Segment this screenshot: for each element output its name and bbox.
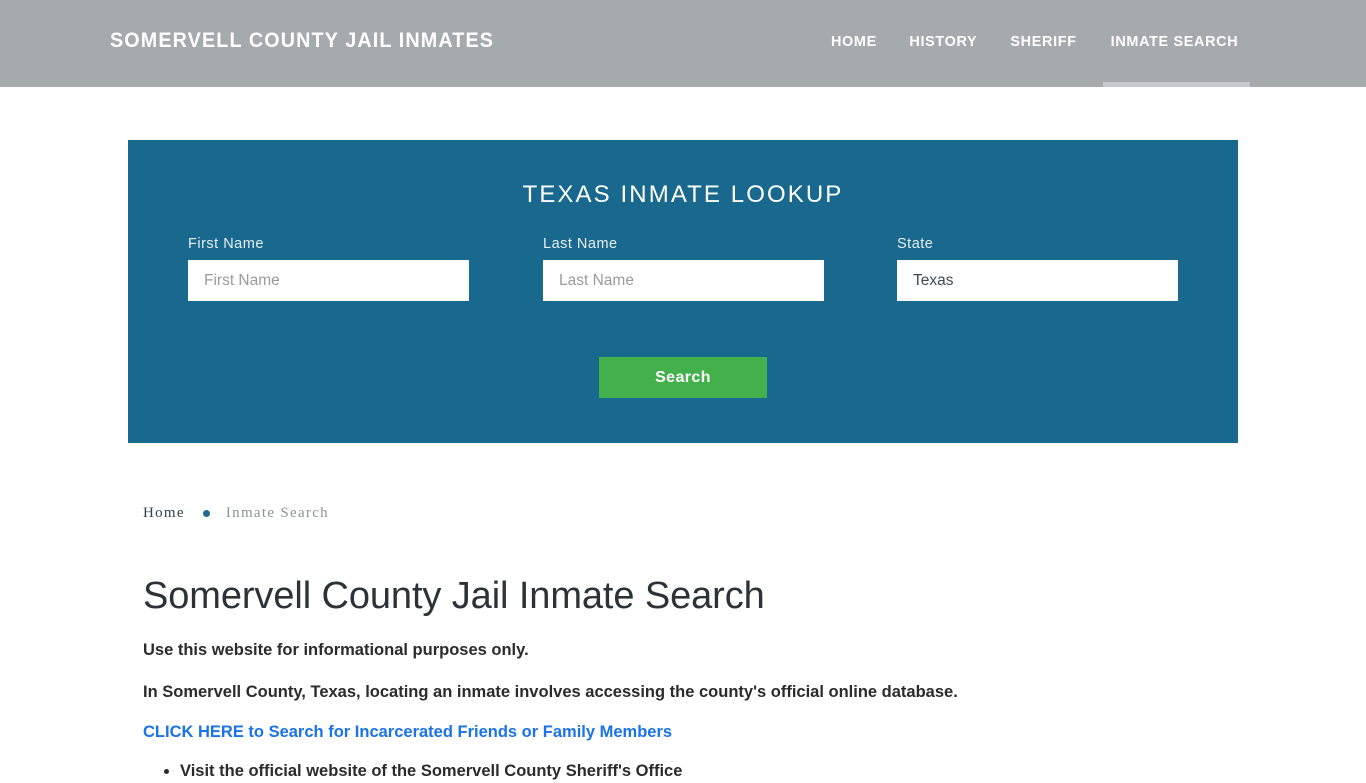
- list-item: Visit the official website of the Somerv…: [180, 760, 1223, 783]
- instruction-list: Visit the official website of the Somerv…: [143, 760, 1223, 783]
- bullet-dot-icon: [202, 510, 210, 517]
- state-label: State: [897, 236, 934, 252]
- inmate-lookup-panel: Texas Inmate Lookup First Name Last Name…: [128, 140, 1238, 443]
- nav-item-history[interactable]: History: [895, 33, 992, 50]
- intro-paragraph-2: In Somervell County, Texas, locating an …: [143, 682, 958, 701]
- main-navigation: Home History Sheriff Inmate Search: [815, 33, 1256, 87]
- last-name-field-group: Last Name: [543, 236, 824, 301]
- inmate-search-cta-link[interactable]: CLICK HERE to Search for Incarcerated Fr…: [143, 723, 672, 742]
- state-input[interactable]: [897, 260, 1178, 301]
- search-button[interactable]: Search: [599, 357, 767, 398]
- intro-paragraph-1: Use this website for informational purpo…: [143, 640, 529, 659]
- site-header: Somervell County Jail Inmates Home Histo…: [0, 0, 1366, 87]
- nav-item-inmate-search[interactable]: Inmate Search: [1096, 33, 1252, 87]
- page-title: Somervell County Jail Inmate Search: [143, 575, 765, 617]
- breadcrumb: Home Inmate Search: [143, 505, 329, 522]
- nav-item-sheriff[interactable]: Sheriff: [996, 33, 1091, 50]
- state-field-group: State: [897, 236, 1178, 301]
- main-content: Somervell County Jail Inmate Search Use …: [143, 575, 1223, 783]
- lookup-panel-title: Texas Inmate Lookup: [522, 181, 844, 208]
- first-name-input[interactable]: [188, 260, 469, 301]
- breadcrumb-item-current: Inmate Search: [225, 505, 329, 521]
- breadcrumb-item-home[interactable]: Home: [143, 505, 185, 522]
- first-name-label: First Name: [188, 236, 264, 252]
- nav-item-home[interactable]: Home: [817, 33, 892, 50]
- site-brand-title[interactable]: Somervell County Jail Inmates: [110, 29, 494, 53]
- last-name-input[interactable]: [543, 260, 824, 301]
- last-name-label: Last Name: [543, 236, 618, 252]
- first-name-field-group: First Name: [188, 236, 469, 301]
